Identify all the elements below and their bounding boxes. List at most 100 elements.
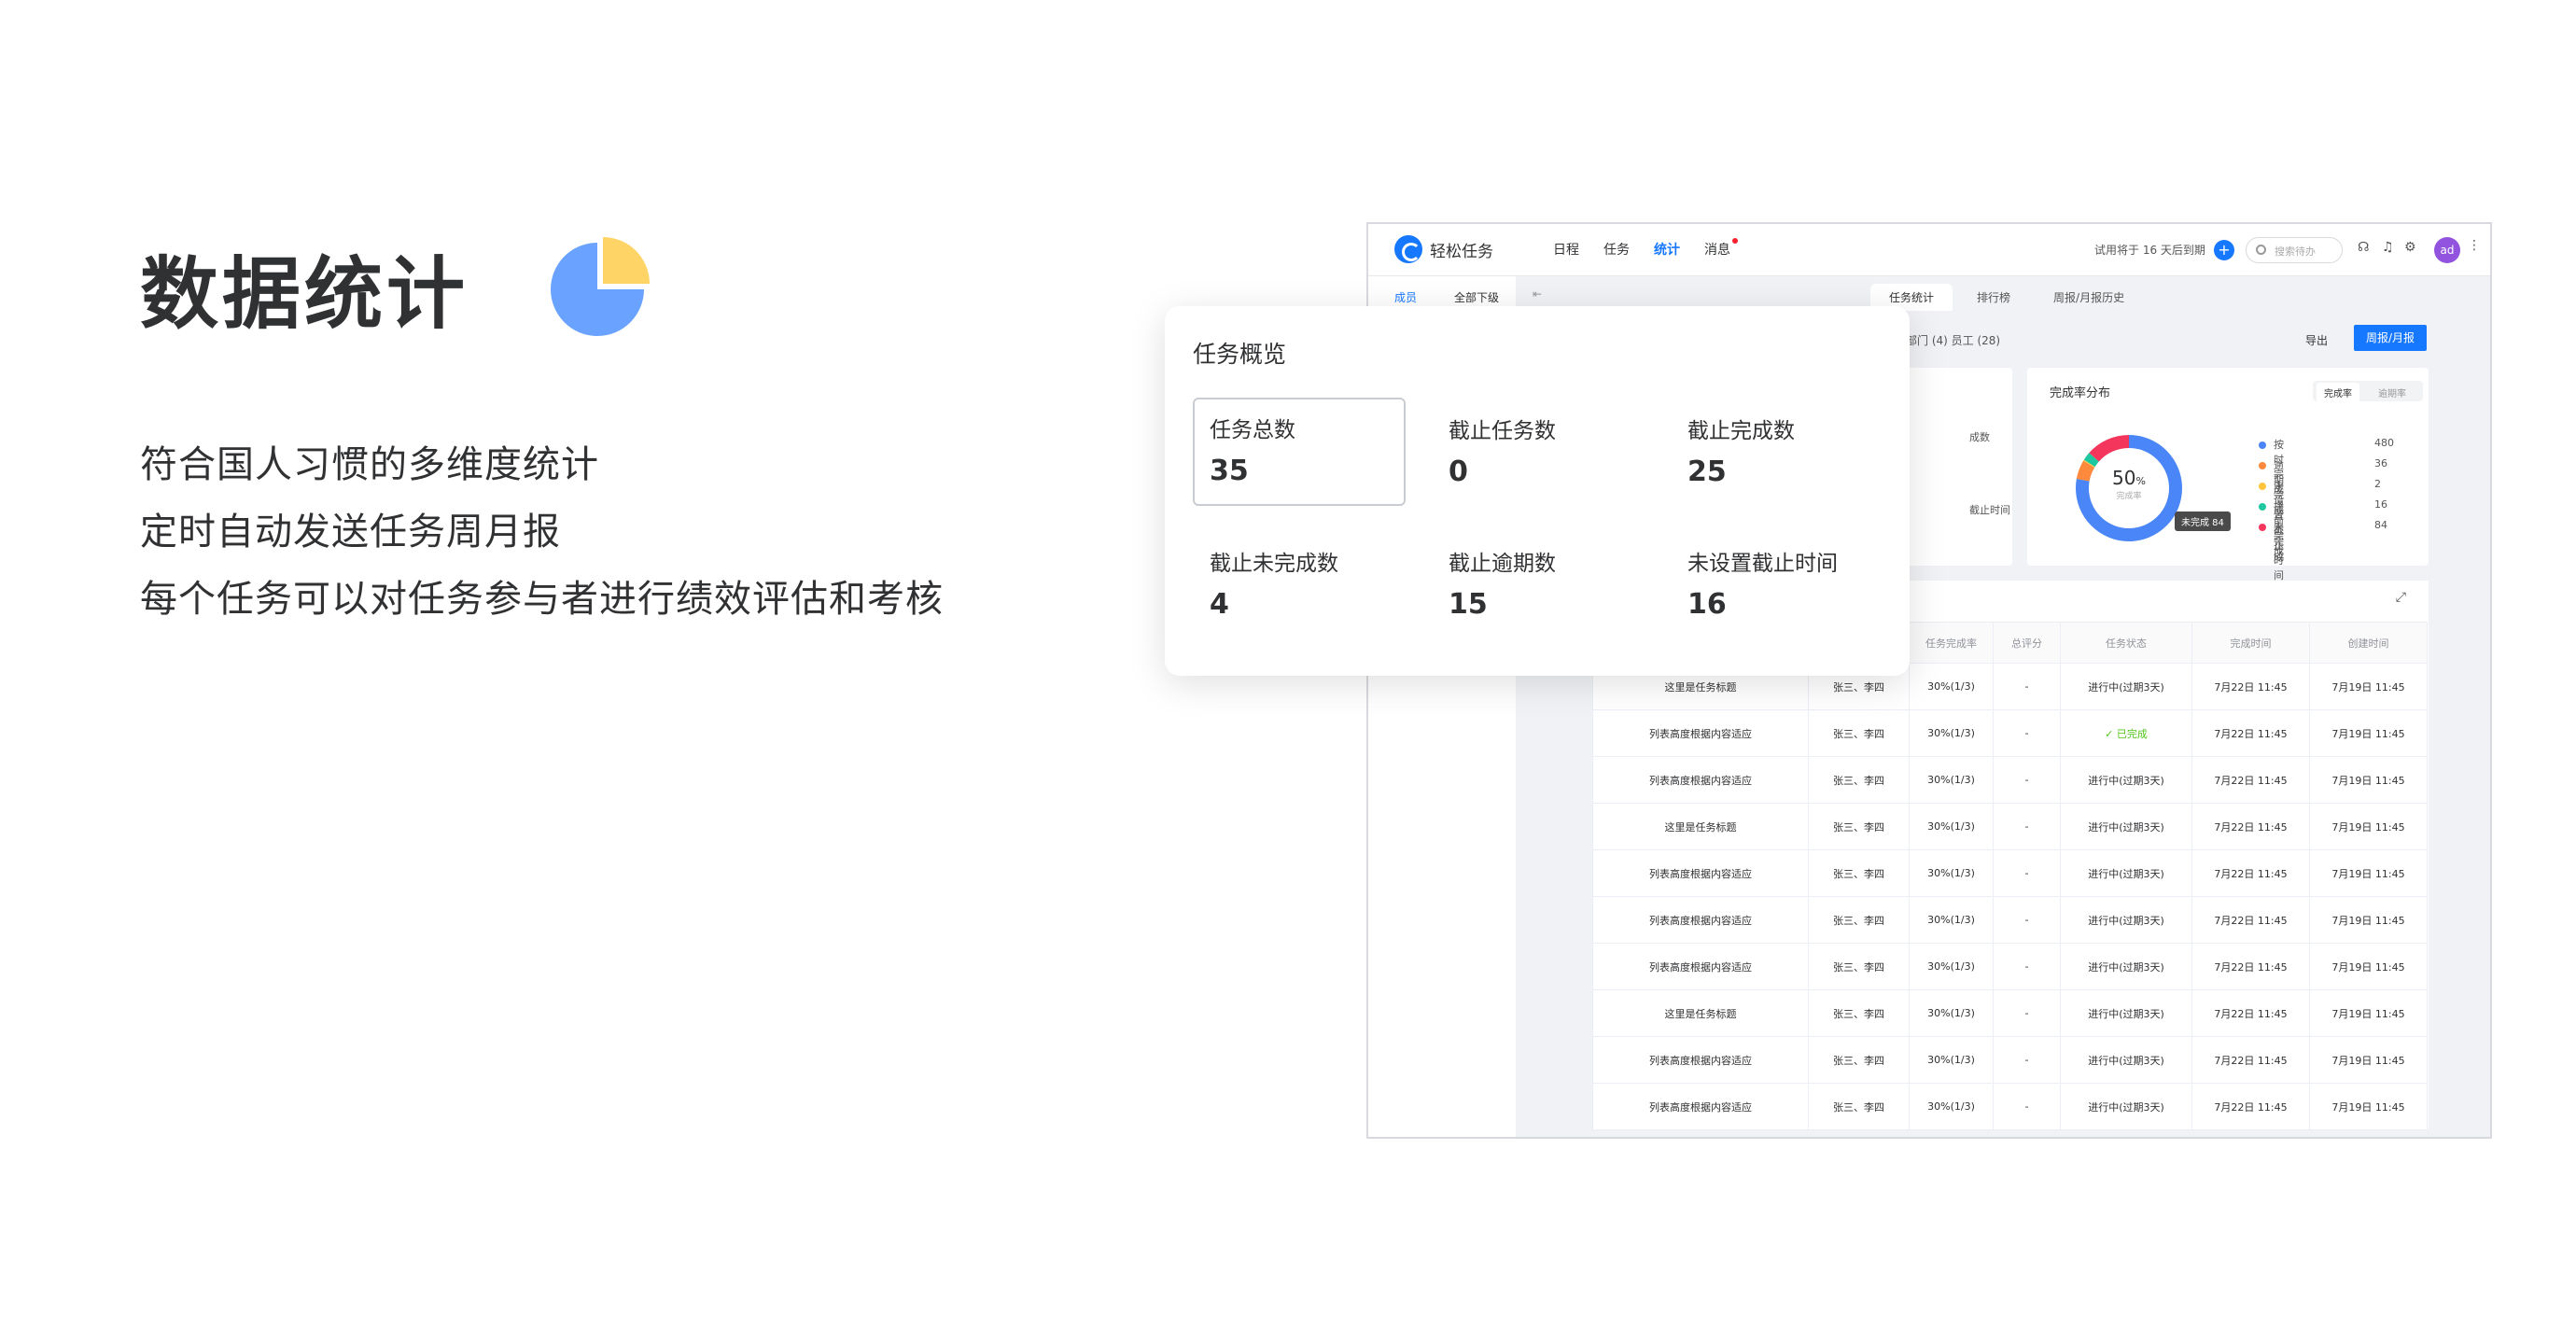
overview-stat-label: 截止任务数 [1449,419,1556,443]
table-row[interactable]: 列表高度根据内容适应 张三、李四 30%(1/3) - ✓ 已完成 7月22日 11:45… [1592,709,2428,757]
pie-chart-icon [551,237,650,336]
collapse-panel-icon[interactable]: ⇤ [1533,287,1542,301]
table-cell: 进行中(过期3天) [2060,663,2192,710]
nav-messages-label: 消息 [1704,243,1730,258]
bell-icon[interactable]: ♫ [2382,240,2394,255]
legend-value: 36 [2374,457,2387,469]
weekly-report-button[interactable]: 周报/月报 [2354,325,2427,351]
nav-tasks[interactable]: 任务 [1603,240,1630,259]
overview-stat-label: 截止逾期数 [1449,552,1556,576]
gear-icon[interactable]: ⚙ [2404,240,2416,255]
table-cell: 7月19日 11:45 [2309,849,2428,897]
search-placeholder: 搜索待办 [2275,245,2316,258]
table-body: 这里是任务标题 张三、李四 30%(1/3) - 进行中(过期3天) 7月22日 11:4… [1592,663,2428,1130]
table-cell: - [1993,896,2061,944]
overview-stat-label: 任务总数 [1210,418,1295,442]
table-cell: 进行中(过期3天) [2060,1083,2192,1130]
donut-tooltip: 未完成 84 [2175,511,2231,531]
search-input[interactable]: 搜索待办 [2246,237,2343,263]
toggle-completion-rate[interactable]: 完成率 [2317,383,2359,402]
nav-schedule[interactable]: 日程 [1553,240,1579,259]
overview-stat-label: 未设置截止时间 [1687,552,1838,576]
table-cell: 进行中(过期3天) [2060,943,2192,990]
table-header-cell[interactable]: 总评分 [1993,622,2061,664]
add-button[interactable]: + [2214,240,2234,260]
tab-report-history[interactable]: 周报/月报历史 [2035,284,2143,311]
overview-stat[interactable]: 截止完成数 25 [1687,413,1902,488]
table-cell: ✓ 已完成 [2060,709,2192,757]
completion-distribution-card: 完成率分布 完成率 逾期率 50% 完成率 未完成 84 按时完成 480 逾期完成… [2027,368,2429,581]
table-cell: 列表高度根据内容适应 [1592,756,1809,804]
toggle-overdue-rate[interactable]: 逾期率 [2378,385,2406,399]
table-row[interactable]: 这里是任务标题 张三、李四 30%(1/3) - 进行中(过期3天) 7月22日 11:4… [1592,803,2428,850]
table-cell: 30%(1/3) [1909,709,1994,757]
table-cell: 这里是任务标题 [1592,803,1809,850]
table-cell: - [1993,803,2061,850]
rate-toggle: 完成率 逾期率 [2313,381,2423,402]
tab-members[interactable]: 成员 [1394,289,1417,305]
more-icon[interactable]: ⋮ [2468,238,2481,253]
donut-center: 50% 完成率 [2074,467,2184,501]
legend-dot [2259,462,2266,469]
table-cell: 列表高度根据内容适应 [1592,943,1809,990]
table-row[interactable]: 列表高度根据内容适应 张三、李四 30%(1/3) - 进行中(过期3天) 7月22日 1… [1592,896,2428,944]
overview-stat[interactable]: 任务总数 35 [1210,412,1424,487]
hero-feature-list: 符合国人习惯的多维度统计 定时自动发送任务周月报 每个任务可以对任务参与者进行绩… [140,431,944,633]
overview-stat[interactable]: 未设置截止时间 16 [1687,545,1902,621]
table-cell: - [1993,709,2061,757]
table-cell: 7月19日 11:45 [2309,1083,2428,1130]
table-cell: - [1993,989,2061,1037]
headset-icon[interactable]: ☊ [2358,240,2369,255]
table-cell: 7月19日 11:45 [2309,1036,2428,1084]
hero-feature-2: 定时自动发送任务周月报 [140,511,561,553]
table-cell: 张三、李四 [1808,849,1910,897]
search-icon [2256,245,2266,255]
overview-stat-value: 15 [1449,588,1488,621]
donut-sub-label: 完成率 [2116,492,2142,501]
overview-stat[interactable]: 截止任务数 0 [1449,413,1663,488]
table-row[interactable]: 列表高度根据内容适应 张三、李四 30%(1/3) - 进行中(过期3天) 7月22日 1… [1592,1083,2428,1130]
table-cell: 张三、李四 [1808,896,1910,944]
table-cell: - [1993,756,2061,804]
table-cell: 列表高度根据内容适应 [1592,709,1809,757]
nav-messages[interactable]: 消息 [1704,238,1738,259]
table-cell: 张三、李四 [1808,1036,1910,1084]
table-cell: 7月22日 11:45 [2191,756,2310,804]
table-row[interactable]: 这里是任务标题 张三、李四 30%(1/3) - 进行中(过期3天) 7月22日 11:4… [1592,989,2428,1037]
app-logo-icon[interactable] [1394,235,1422,263]
table-row[interactable]: 列表高度根据内容适应 张三、李四 30%(1/3) - 进行中(过期3天) 7月22日 1… [1592,849,2428,897]
table-cell: 进行中(过期3天) [2060,1036,2192,1084]
table-row[interactable]: 列表高度根据内容适应 张三、李四 30%(1/3) - 进行中(过期3天) 7月22日 1… [1592,943,2428,990]
tab-all-subordinates[interactable]: 全部下级 [1454,289,1499,305]
table-header-cell[interactable]: 完成时间 [2191,622,2310,664]
table-cell: 进行中(过期3天) [2060,756,2192,804]
scope-counts: 部门 (4) 员工 (28) [1906,334,2001,347]
overview-stat[interactable]: 截止未完成数 4 [1210,545,1424,621]
table-cell: 列表高度根据内容适应 [1592,1083,1809,1130]
overview-stat[interactable]: 截止逾期数 15 [1449,545,1663,621]
table-cell: 张三、李四 [1808,1083,1910,1130]
table-cell: 进行中(过期3天) [2060,803,2192,850]
table-cell: - [1993,1083,2061,1130]
main-nav: 日程 任务 统计 消息 [1553,238,1738,259]
table-header-cell[interactable]: 任务状态 [2060,622,2192,664]
top-bar: 轻松任务 日程 任务 统计 消息 试用将于 16 天后到期 + 搜索待办 ☊ ♫… [1368,224,2490,276]
donut-percent: 50 [2112,467,2136,489]
table-cell: 7月19日 11:45 [2309,709,2428,757]
table-cell: 30%(1/3) [1909,803,1994,850]
table-cell: 张三、李四 [1808,709,1910,757]
table-row[interactable]: 列表高度根据内容适应 张三、李四 30%(1/3) - 进行中(过期3天) 7月22日 1… [1592,1036,2428,1084]
table-header-cell[interactable]: 创建时间 [2309,622,2428,664]
nav-stats[interactable]: 统计 [1654,240,1680,259]
unread-dot-icon [1732,238,1738,244]
table-cell: 30%(1/3) [1909,896,1994,944]
legend-value: 2 [2374,478,2381,490]
tab-ranking[interactable]: 排行榜 [1958,284,2029,311]
table-header-cell[interactable]: 任务完成率 [1909,622,1994,664]
table-row[interactable]: 列表高度根据内容适应 张三、李四 30%(1/3) - 进行中(过期3天) 7月22日 1… [1592,756,2428,804]
app-brand: 轻松任务 [1430,243,1493,261]
table-cell: 张三、李四 [1808,803,1910,850]
avatar[interactable]: ad [2434,237,2460,263]
expand-icon[interactable]: ⤢ [2396,590,2406,605]
export-button[interactable]: 导出 [2305,332,2328,348]
